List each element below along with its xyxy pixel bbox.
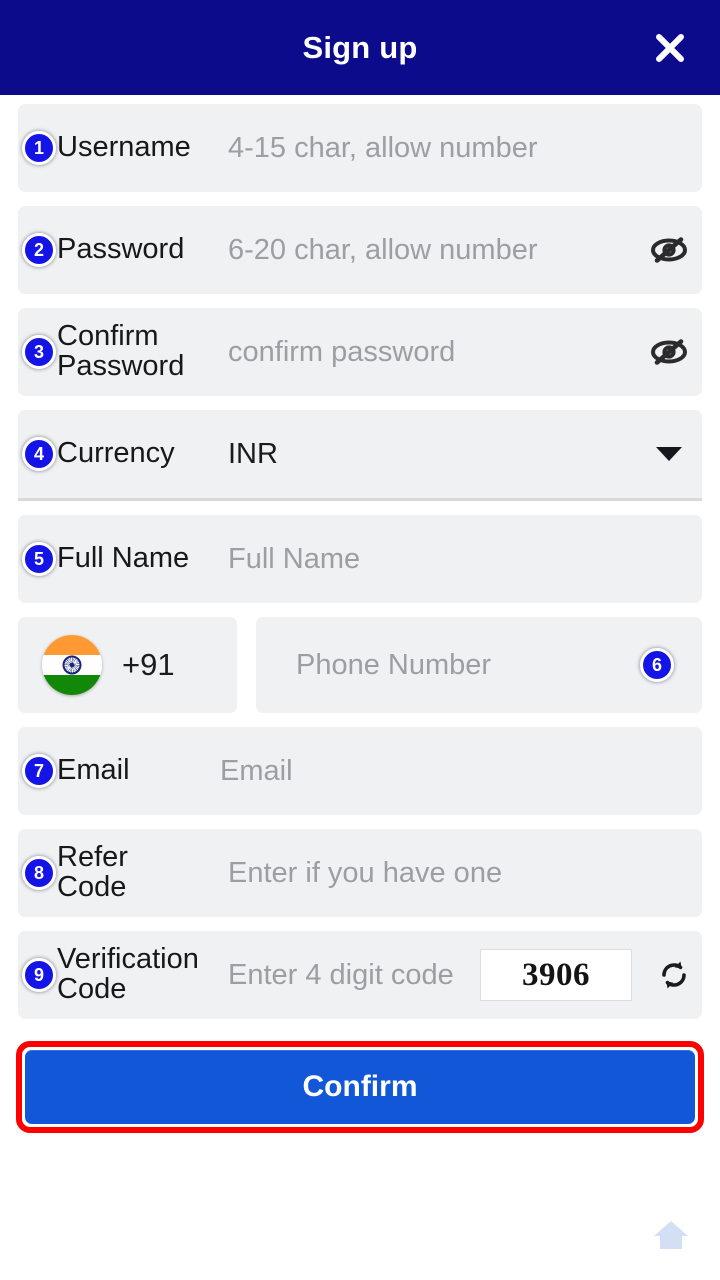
close-icon: [656, 33, 684, 62]
password-field-row[interactable]: 2 Password 6-20 char, allow number: [18, 206, 702, 294]
refresh-icon: [662, 961, 686, 989]
step-badge-2: 2: [22, 233, 56, 267]
confirm-password-visibility-toggle[interactable]: [636, 337, 702, 367]
step-badge-5: 5: [22, 542, 56, 576]
email-field-row[interactable]: 7 Email Email: [18, 727, 702, 815]
verification-code-field-row[interactable]: 9 Verification Code Enter 4 digit code 3…: [18, 931, 702, 1019]
step-badge-7: 7: [22, 754, 56, 788]
eye-off-icon: [651, 237, 687, 263]
confirm-password-input[interactable]: confirm password: [228, 336, 636, 369]
captcha-code: 3906: [522, 956, 590, 993]
confirm-password-field-row[interactable]: 3 Confirm Password confirm password: [18, 308, 702, 396]
password-input[interactable]: 6-20 char, allow number: [228, 234, 636, 267]
step-badge-4: 4: [22, 437, 56, 471]
page-title: Sign up: [302, 29, 418, 65]
step-badge-3: 3: [22, 335, 56, 369]
username-input[interactable]: 4-15 char, allow number: [228, 132, 702, 165]
fullname-input[interactable]: Full Name: [228, 543, 702, 576]
step-badge-6: 6: [640, 648, 674, 682]
home-icon: [654, 1221, 688, 1249]
phone-input[interactable]: Phone Number: [256, 649, 702, 682]
fullname-field-row[interactable]: 5 Full Name Full Name: [18, 515, 702, 603]
password-visibility-toggle[interactable]: [636, 235, 702, 265]
verification-code-input[interactable]: Enter 4 digit code: [228, 959, 480, 992]
close-button[interactable]: [648, 26, 692, 70]
eye-off-icon: [651, 339, 687, 365]
refer-code-input[interactable]: Enter if you have one: [228, 857, 702, 890]
signup-page: Sign up 1 Username 4-15 char, allow numb…: [0, 0, 720, 1280]
refer-code-field-row[interactable]: 8 Refer Code Enter if you have one: [18, 829, 702, 917]
step-badge-8: 8: [22, 856, 56, 890]
currency-field-row[interactable]: 4 Currency INR: [18, 410, 702, 501]
dialog-header: Sign up: [0, 0, 720, 95]
signup-form: 1 Username 4-15 char, allow number 2 Pas…: [0, 104, 720, 1019]
india-flag-icon: [42, 635, 102, 695]
captcha-refresh-button[interactable]: [646, 958, 702, 992]
chevron-down-icon: [656, 447, 682, 461]
confirm-button-highlight: Confirm: [16, 1041, 704, 1133]
confirm-button[interactable]: Confirm: [25, 1050, 695, 1124]
step-badge-1: 1: [22, 131, 56, 165]
captcha-image[interactable]: 3906: [480, 949, 632, 1001]
email-input[interactable]: Email: [220, 755, 702, 788]
floating-home-button[interactable]: [636, 1200, 706, 1270]
phone-field-row[interactable]: Phone Number 6: [256, 617, 702, 713]
phone-row: +91 Phone Number 6: [18, 617, 702, 713]
currency-selected-value: INR: [228, 437, 278, 470]
country-code-selector[interactable]: +91: [18, 617, 237, 713]
step-badge-9: 9: [22, 958, 56, 992]
currency-dropdown-button[interactable]: [636, 447, 702, 461]
username-field-row[interactable]: 1 Username 4-15 char, allow number: [18, 104, 702, 192]
dial-code-label: +91: [122, 647, 175, 682]
